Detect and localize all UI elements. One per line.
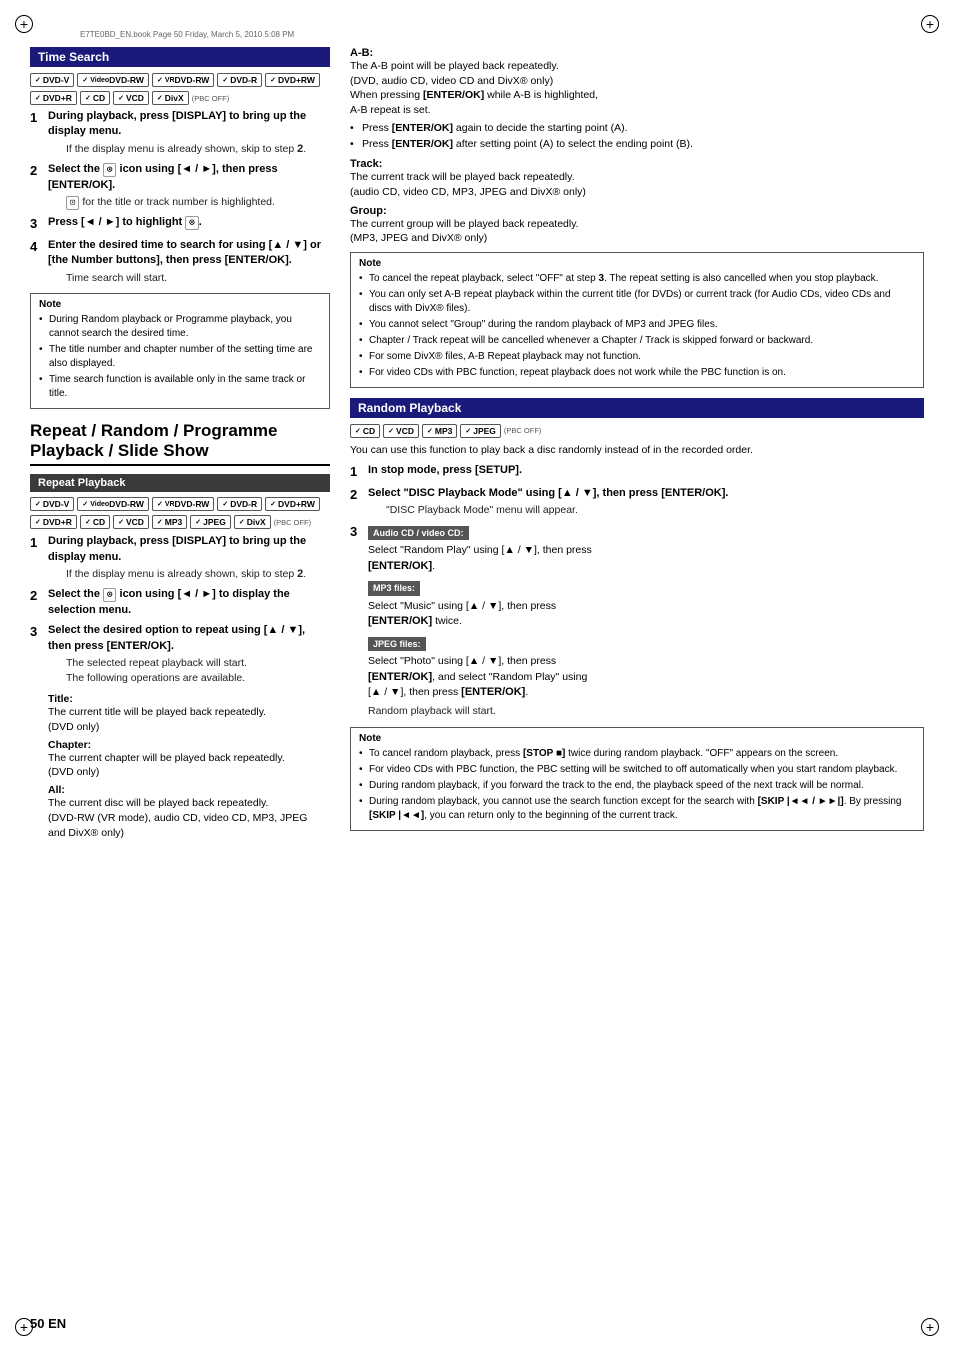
- badge-rand-jpeg: JPEG: [460, 424, 501, 438]
- badge-vcd: VCD: [113, 91, 149, 105]
- badge-rep-cd: CD: [80, 515, 110, 529]
- badge-rand-mp3: MP3: [422, 424, 457, 438]
- rep-note-item: For some DivX® files, A-B Repeat playbac…: [359, 350, 915, 364]
- repeat-notes: Note To cancel the repeat playback, sele…: [350, 252, 924, 388]
- ab-body: The A-B point will be played back repeat…: [350, 60, 598, 116]
- badge-rep-video-dvdrw: VideoDVD-RW: [77, 497, 149, 511]
- random-formats: CD VCD MP3 JPEG (PBC OFF): [350, 424, 924, 438]
- badge-rep-jpeg: JPEG: [190, 515, 231, 529]
- time-search-formats-row1: DVD-V VideoDVD-RW VRDVD-RW DVD-R DVD+RW: [30, 73, 330, 87]
- badge-rep-dvdr: DVD-R: [217, 497, 262, 511]
- random-notes: Note To cancel random playback, press [S…: [350, 727, 924, 831]
- rep-step-2: 2 Select the ⊙ icon using [◄ / ►] to dis…: [30, 587, 330, 618]
- badge-rand-vcd: VCD: [383, 424, 419, 438]
- random-playback-header: Random Playback: [350, 398, 924, 418]
- option-title: Title: The current title will be played …: [48, 693, 330, 734]
- time-search-header: Time Search: [30, 47, 330, 67]
- badge-rand-cd: CD: [350, 424, 380, 438]
- time-search-steps: 1 During playback, press [DISPLAY] to br…: [30, 109, 330, 285]
- badge-rep-mp3: MP3: [152, 515, 187, 529]
- ab-bullet: • Press [ENTER/OK] again to decide the s…: [350, 121, 924, 136]
- random-intro: You can use this function to play back a…: [350, 443, 924, 458]
- repeat-pbc-note: (PBC OFF): [274, 518, 312, 527]
- note-item: The title number and chapter number of t…: [39, 343, 321, 371]
- repeat-steps: 1 During playback, press [DISPLAY] to br…: [30, 534, 330, 685]
- badge-cd: CD: [80, 91, 110, 105]
- step-1: 1 During playback, press [DISPLAY] to br…: [30, 109, 330, 157]
- jpeg-files-label: JPEG files:: [368, 637, 426, 652]
- note-item: During Random playback or Programme play…: [39, 313, 321, 341]
- badge-dvdr: DVD-R: [217, 73, 262, 87]
- page-header: E7TE0BD_EN.book Page 50 Friday, March 5,…: [30, 30, 924, 39]
- rand-note-item: To cancel random playback, press [STOP ■…: [359, 747, 915, 761]
- note-item: Time search function is available only i…: [39, 373, 321, 401]
- step-4: 4 Enter the desired time to search for u…: [30, 238, 330, 285]
- badge-divx: DivX: [152, 91, 189, 105]
- track-section: Track: The current track will be played …: [350, 158, 924, 199]
- badge-rep-dvdv: DVD-V: [30, 497, 74, 511]
- option-all: All: The current disc will be played bac…: [48, 784, 330, 840]
- mp3-files-label: MP3 files:: [368, 581, 420, 596]
- rep-note-item: You cannot select "Group" during the ran…: [359, 318, 915, 332]
- rep-note-item: To cancel the repeat playback, select "O…: [359, 272, 915, 286]
- left-column: Time Search DVD-V VideoDVD-RW VRDVD-RW D…: [30, 47, 330, 844]
- random-playback-section: Random Playback CD VCD MP3 JPEG (PBC OFF…: [350, 398, 924, 831]
- rand-step-3: 3 Audio CD / video CD: Select "Random Pl…: [350, 523, 924, 719]
- rand-step-2: 2 Select "DISC Playback Mode" using [▲ /…: [350, 486, 924, 518]
- badge-dvd-v: DVD-V: [30, 73, 74, 87]
- ab-section: A-B: The A-B point will be played back r…: [350, 47, 924, 152]
- rand-note-item: During random playback, you cannot use t…: [359, 795, 915, 823]
- repeat-random-section-title: Repeat / Random / Programme Playback / S…: [30, 421, 330, 466]
- time-search-section: Time Search DVD-V VideoDVD-RW VRDVD-RW D…: [30, 47, 330, 409]
- badge-rep-divx: DivX: [234, 515, 271, 529]
- step-2: 2 Select the ⊙ icon using [◄ / ►], then …: [30, 162, 330, 209]
- time-search-formats-row2: DVD+R CD VCD DivX (PBC OFF): [30, 91, 330, 105]
- page-footer: 50 EN: [30, 1316, 66, 1331]
- repeat-formats-row1: DVD-V VideoDVD-RW VRDVD-RW DVD-R DVD+RW: [30, 497, 330, 511]
- option-chapter: Chapter: The current chapter will be pla…: [48, 739, 330, 780]
- time-search-note: Note During Random playback or Programme…: [30, 293, 330, 409]
- random-steps: 1 In stop mode, press [SETUP]. 2 Select …: [350, 463, 924, 719]
- badge-rep-dvdpr: DVD+R: [30, 515, 77, 529]
- random-pbc-note: (PBC OFF): [504, 426, 542, 435]
- badge-vr-dvdrw: VRDVD-RW: [152, 73, 214, 87]
- right-column: A-B: The A-B point will be played back r…: [350, 47, 924, 844]
- badge-dvdprw: DVD+RW: [265, 73, 320, 87]
- rep-note-item: You can only set A-B repeat playback wit…: [359, 288, 915, 316]
- rep-step-3: 3 Select the desired option to repeat us…: [30, 623, 330, 685]
- audio-cd-label: Audio CD / video CD:: [368, 526, 469, 541]
- time-search-pbc-note: (PBC OFF): [192, 94, 230, 103]
- rep-note-item: Chapter / Track repeat will be cancelled…: [359, 334, 915, 348]
- badge-rep-vcd: VCD: [113, 515, 149, 529]
- badge-rep-vr-dvdrw: VRDVD-RW: [152, 497, 214, 511]
- group-section: Group: The current group will be played …: [350, 205, 924, 246]
- rand-step-1: 1 In stop mode, press [SETUP].: [350, 463, 924, 481]
- rep-note-item: For video CDs with PBC function, repeat …: [359, 366, 915, 380]
- badge-rep-dvdprw: DVD+RW: [265, 497, 320, 511]
- repeat-playback-header: Repeat Playback: [30, 474, 330, 492]
- badge-dvdpr: DVD+R: [30, 91, 77, 105]
- rep-step-1: 1 During playback, press [DISPLAY] to br…: [30, 534, 330, 582]
- rand-note-item: During random playback, if you forward t…: [359, 779, 915, 793]
- ab-bullet: • Press [ENTER/OK] after setting point (…: [350, 137, 924, 152]
- rand-note-item: For video CDs with PBC function, the PBC…: [359, 763, 915, 777]
- step-3: 3 Press [◄ / ►] to highlight ⊙.: [30, 215, 330, 233]
- badge-video-dvdrw: VideoDVD-RW: [77, 73, 149, 87]
- ab-title: A-B:: [350, 47, 373, 59]
- repeat-formats-row2: DVD+R CD VCD MP3 JPEG DivX (PBC OFF): [30, 515, 330, 529]
